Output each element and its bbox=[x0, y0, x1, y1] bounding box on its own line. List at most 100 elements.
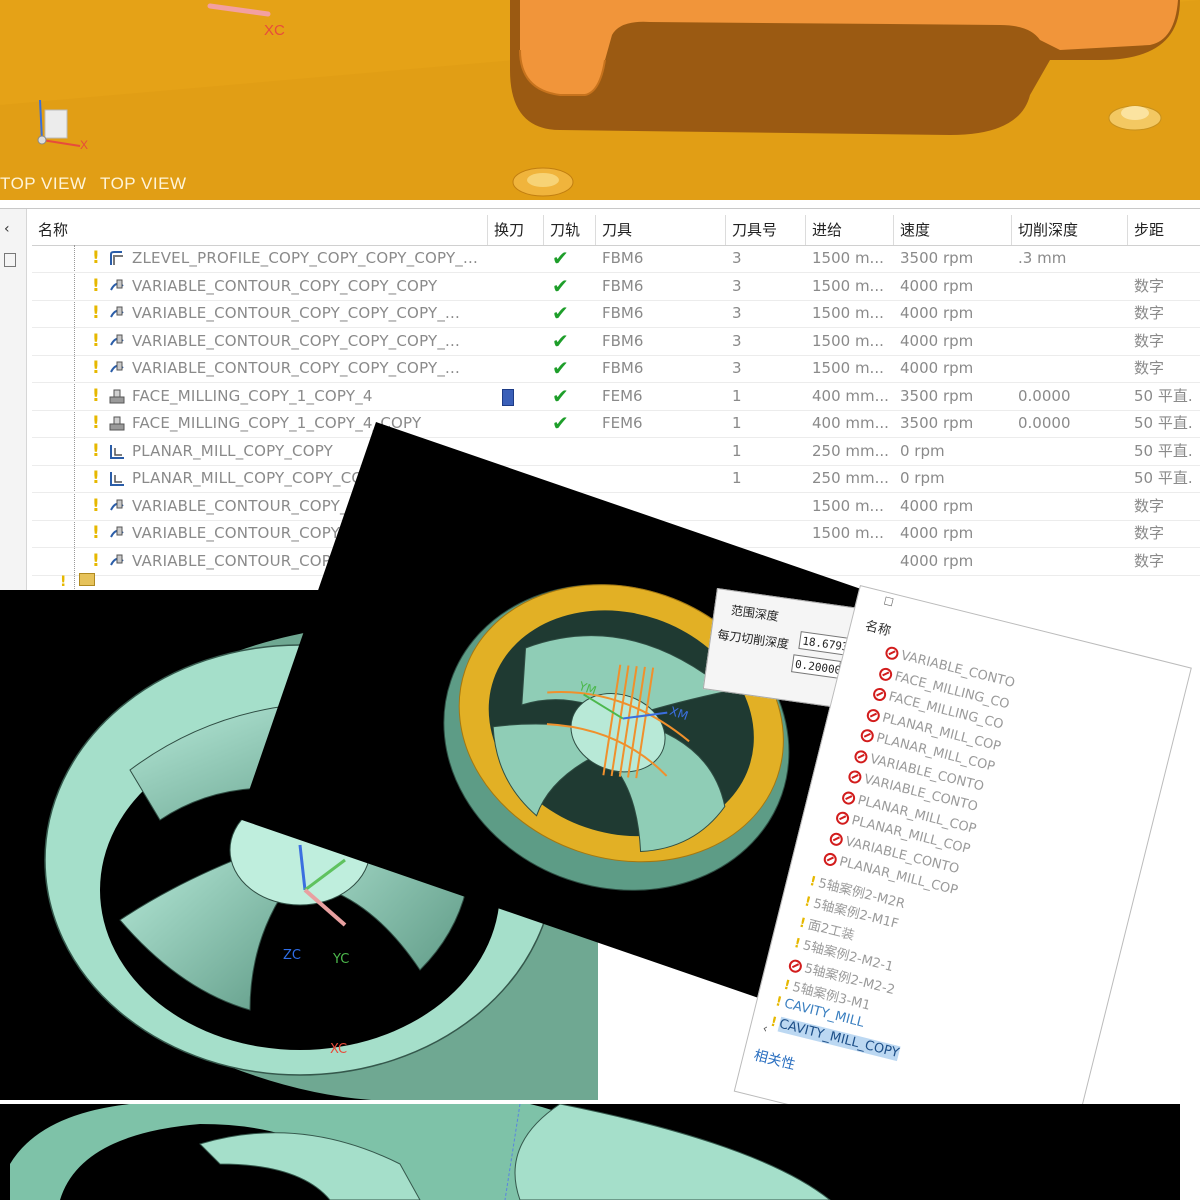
toolpath-ok-check-icon: ✔ bbox=[552, 411, 569, 435]
depth-per-cut-input[interactable]: 0.200000( bbox=[791, 654, 855, 679]
column-header-feed[interactable]: 进给 bbox=[806, 215, 894, 245]
xc-axis-label: XC bbox=[264, 22, 285, 39]
blocked-icon bbox=[877, 665, 894, 682]
warning-icon: ! bbox=[92, 495, 100, 516]
range-depth-input[interactable]: 18.67938( bbox=[798, 631, 862, 656]
cell-tool-no: 1 bbox=[732, 414, 742, 432]
cell-tool-no: 3 bbox=[732, 331, 742, 350]
cell-tool: FBM6 bbox=[602, 359, 644, 377]
variable-contour-icon bbox=[108, 525, 126, 542]
cell-depth bbox=[1018, 355, 1128, 382]
variable-contour-icon bbox=[108, 278, 126, 295]
column-header-tool-number[interactable]: 刀具号 bbox=[726, 215, 806, 245]
warning-icon: ! bbox=[792, 935, 802, 952]
checkbox-icon[interactable]: ☐ bbox=[882, 594, 895, 609]
face-milling-icon bbox=[108, 388, 126, 405]
warning-icon: ! bbox=[92, 413, 100, 433]
column-header-toolpath[interactable]: 刀轨 bbox=[544, 215, 596, 245]
column-header-stepover[interactable]: 步距 bbox=[1128, 215, 1200, 245]
cell-step: 50 平直. bbox=[1134, 414, 1193, 432]
blocked-icon bbox=[859, 727, 876, 744]
cell-step: 数字 bbox=[1134, 304, 1165, 322]
table-row[interactable]: ! PLANAR_MILL_COPY_COPY 1 250 mm... 0 rpm 50 … bbox=[32, 438, 1200, 466]
cell-depth: 0.0000 bbox=[1018, 414, 1071, 432]
column-header-cut-depth[interactable]: 切削深度 bbox=[1012, 215, 1128, 245]
cell-feed: 250 mm... bbox=[812, 469, 889, 487]
cell-depth: .3 mm bbox=[1018, 249, 1067, 267]
cell-speed: 3500 rpm bbox=[900, 386, 974, 405]
warning-icon: ! bbox=[808, 873, 818, 890]
cell-feed: 1500 m... bbox=[812, 524, 884, 542]
cell-tool-no: 1 bbox=[732, 469, 742, 487]
warning-icon: ! bbox=[768, 1014, 779, 1031]
column-header-speed[interactable]: 速度 bbox=[894, 215, 1012, 245]
warning-icon: ! bbox=[797, 915, 808, 932]
part-model-top bbox=[0, 0, 1200, 200]
column-header-name[interactable]: 名称 bbox=[32, 215, 488, 245]
table-row[interactable]: ! ✔ VARIABLE_CONTOUR_COPY_COPY_COPY FBM6 3 15… bbox=[32, 273, 1200, 301]
cell-speed: 4000 rpm bbox=[900, 496, 974, 515]
table-row[interactable]: ! ✔ VARIABLE_CONTOUR_COPY_COPY_COPY_... FBM… bbox=[32, 300, 1200, 328]
table-row[interactable]: ! ✔ ZLEVEL_PROFILE_COPY_COPY_COPY_COPY_...… bbox=[32, 245, 1200, 273]
tree-header[interactable]: 名称 bbox=[863, 615, 893, 640]
cell-feed: 1500 m... bbox=[812, 304, 884, 322]
table-row[interactable]: ! ✔ FACE_MILLING_COPY_1_COPY_4_COPY FEM6 1 40… bbox=[32, 410, 1200, 438]
warning-icon: ! bbox=[802, 894, 813, 911]
folder-icon bbox=[78, 573, 95, 586]
cell-feed: 1500 m... bbox=[812, 249, 884, 267]
impeller-model-bottom bbox=[6, 1104, 1180, 1200]
warning-icon: ! bbox=[92, 468, 100, 488]
xc-axis-label: XC bbox=[330, 1042, 348, 1057]
x-axis-label: X bbox=[80, 138, 89, 152]
dependencies-tab[interactable]: 相关性 bbox=[752, 1045, 798, 1075]
table-header: 名称 换刀 刀轨 刀具 刀具号 进给 速度 切削深度 步距 bbox=[32, 209, 1200, 246]
blocked-icon bbox=[787, 957, 804, 974]
warning-icon: ! bbox=[92, 550, 100, 571]
cell-name: FACE_MILLING_COPY_1_COPY_4 bbox=[132, 386, 373, 405]
blocked-icon bbox=[884, 645, 900, 662]
blocked-icon bbox=[865, 707, 882, 723]
variable-contour-icon bbox=[108, 498, 126, 515]
cell-name: VARIABLE_CONTOUR_COPY_COPY_COPY_... bbox=[132, 359, 460, 377]
depth-per-cut-label: 每刀切削深度 bbox=[716, 627, 790, 652]
chevron-left-icon[interactable]: ‹ bbox=[4, 221, 10, 237]
side-toolbar[interactable]: ‹ bbox=[0, 209, 27, 591]
cell-speed: 3500 rpm bbox=[900, 249, 974, 267]
cell-name: VARIABLE_CONTOUR_COPY_COPY_COPY_... bbox=[132, 331, 460, 350]
column-header-tool[interactable]: 刀具 bbox=[596, 215, 726, 245]
column-header-toolchange[interactable]: 换刀 bbox=[488, 215, 544, 245]
planar-mill-icon bbox=[108, 443, 126, 460]
cell-step: 50 平直. bbox=[1134, 469, 1193, 487]
view-label: TOP VIEW bbox=[100, 174, 187, 193]
cell-tool-no: 1 bbox=[732, 441, 742, 460]
variable-contour-icon bbox=[108, 553, 126, 570]
warning-icon: ! bbox=[774, 993, 784, 1010]
yc-axis-label: YC bbox=[333, 952, 350, 967]
warning-icon: ! bbox=[92, 385, 100, 406]
cell-speed: 0 rpm bbox=[900, 469, 945, 487]
cell-tool-no: 3 bbox=[732, 249, 742, 267]
table-row[interactable]: ! ✔ FACE_MILLING_COPY_1_COPY_4 FEM6 1 400 mm.… bbox=[32, 383, 1200, 411]
cell-depth bbox=[1018, 328, 1128, 355]
cell-feed: 1500 m... bbox=[812, 331, 884, 350]
impeller-viewport-bottom[interactable] bbox=[0, 1104, 1180, 1200]
cell-speed: 3500 rpm bbox=[900, 414, 974, 432]
variable-contour-icon bbox=[108, 360, 126, 377]
cell-step: 数字 bbox=[1134, 496, 1165, 515]
warning-icon: ! bbox=[92, 275, 100, 296]
warning-icon: ! bbox=[92, 303, 100, 323]
cell-depth bbox=[1018, 273, 1128, 300]
panel-icon[interactable] bbox=[4, 253, 16, 267]
table-row[interactable]: ! PLANAR_MILL_COPY_COPY_COPY 1 250 mm... 0 r… bbox=[32, 465, 1200, 493]
cell-speed: 4000 rpm bbox=[900, 276, 974, 295]
cell-step: 数字 bbox=[1134, 359, 1165, 377]
table-row[interactable]: ! ✔ VARIABLE_CONTOUR_COPY_COPY_COPY_... FBM… bbox=[32, 328, 1200, 356]
cell-step: 50 平直. bbox=[1134, 441, 1193, 460]
cell-depth bbox=[1018, 520, 1128, 547]
cell-feed: 400 mm... bbox=[812, 386, 889, 405]
zlevel-profile-icon bbox=[108, 250, 126, 267]
cell-depth: 0.0000 bbox=[1018, 386, 1071, 405]
cell-feed: 1500 m... bbox=[812, 496, 884, 515]
table-row[interactable]: ! ✔ VARIABLE_CONTOUR_COPY_COPY_COPY_... FBM… bbox=[32, 355, 1200, 383]
top-viewport[interactable]: XC X TOP VIEW TOP VIEW bbox=[0, 0, 1200, 200]
